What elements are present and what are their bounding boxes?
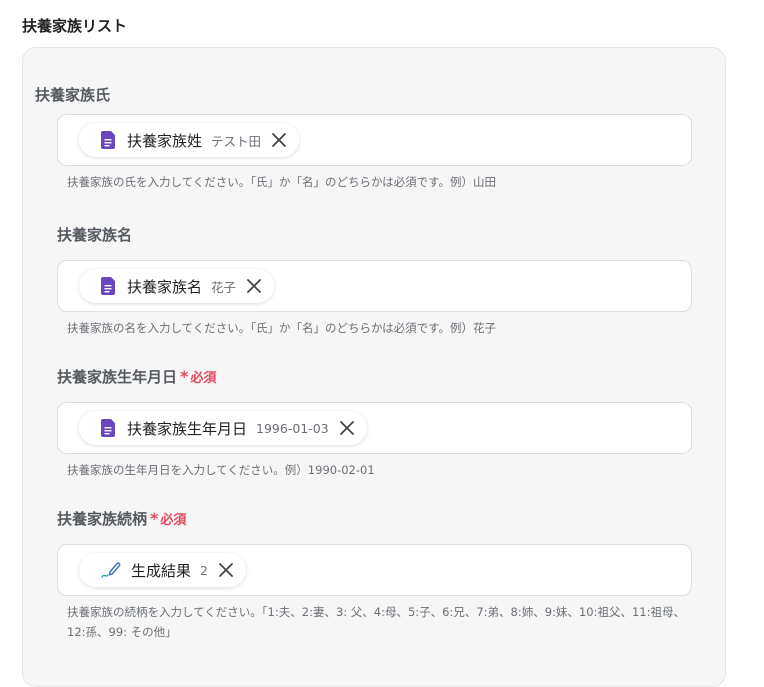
help-text: 扶養家族の生年月日を入力してください。例）1990-02-01 bbox=[67, 463, 375, 477]
field-dependent-first-name: 扶養家族名 扶養家族名 花子 扶養家族の名を入力してください。「氏」か「名」のど… bbox=[57, 224, 692, 338]
chip-value: 1996-01-03 bbox=[256, 420, 329, 436]
chip-value: テスト田 bbox=[211, 133, 262, 149]
dependent-last-name-input[interactable]: 扶養家族姓 テスト田 bbox=[57, 114, 692, 166]
chip-label: 扶養家族姓 bbox=[127, 131, 203, 150]
help-text: 扶養家族の続柄を入力してください。「1:夫、2:妻、3: 父、4:母、5:子、6… bbox=[67, 605, 685, 639]
variable-chip[interactable]: 扶養家族姓 テスト田 bbox=[79, 123, 300, 157]
close-icon[interactable] bbox=[271, 132, 287, 148]
asterisk-icon: * bbox=[150, 509, 159, 528]
variable-chip[interactable]: 扶養家族名 花子 bbox=[79, 269, 275, 303]
chip-value: 花子 bbox=[211, 279, 237, 295]
chip-label: 扶養家族生年月日 bbox=[127, 419, 248, 438]
field-label-row: 扶養家族生年月日 * 必須 bbox=[57, 366, 692, 388]
dependent-birthdate-input[interactable]: 扶養家族生年月日 1996-01-03 bbox=[57, 402, 692, 454]
chip-label: 生成結果 bbox=[131, 561, 192, 580]
close-icon[interactable] bbox=[246, 278, 262, 294]
field-label: 扶養家族生年月日 bbox=[57, 368, 178, 386]
required-text: 必須 bbox=[160, 513, 187, 528]
chip-label: 扶養家族名 bbox=[127, 277, 203, 296]
required-text: 必須 bbox=[190, 371, 217, 386]
required-badge: * 必須 bbox=[180, 367, 217, 386]
required-badge: * 必須 bbox=[150, 509, 187, 528]
field-label: 扶養家族名 bbox=[57, 226, 133, 244]
asterisk-icon: * bbox=[180, 367, 189, 386]
pen-icon bbox=[101, 561, 121, 579]
help-text: 扶養家族の名を入力してください。「氏」か「名」のどちらかは必須です。例）花子 bbox=[67, 321, 496, 335]
section-title: 扶養家族リスト bbox=[22, 17, 128, 35]
variable-chip[interactable]: 生成結果 2 bbox=[79, 553, 246, 587]
close-icon[interactable] bbox=[218, 562, 234, 578]
close-icon[interactable] bbox=[339, 420, 355, 436]
chip-value: 2 bbox=[200, 562, 208, 578]
document-icon bbox=[101, 419, 117, 437]
variable-chip[interactable]: 扶養家族生年月日 1996-01-03 bbox=[79, 411, 367, 445]
dependent-first-name-input[interactable]: 扶養家族名 花子 bbox=[57, 260, 692, 312]
field-dependent-last-name-input: 扶養家族姓 テスト田 扶養家族の氏を入力してください。「氏」か「名」のどちらかは… bbox=[57, 114, 692, 192]
field-dependent-last-name: 扶養家族氏 bbox=[35, 84, 670, 106]
field-label: 扶養家族続柄 bbox=[57, 510, 148, 528]
dependent-relationship-input[interactable]: 生成結果 2 bbox=[57, 544, 692, 596]
document-icon bbox=[101, 131, 117, 149]
field-dependent-birthdate: 扶養家族生年月日 * 必須 扶養家族生年月日 1996-01-03 扶養家族の生年月… bbox=[57, 366, 692, 480]
field-dependent-relationship: 扶養家族続柄 * 必須 生成結果 2 扶養家族の続柄を入力してください。「1:夫、2… bbox=[57, 508, 692, 642]
help-text: 扶養家族の氏を入力してください。「氏」か「名」のどちらかは必須です。例）山田 bbox=[67, 175, 496, 189]
document-icon bbox=[101, 277, 117, 295]
field-label: 扶養家族氏 bbox=[35, 86, 111, 104]
field-label-row: 扶養家族続柄 * 必須 bbox=[57, 508, 692, 530]
